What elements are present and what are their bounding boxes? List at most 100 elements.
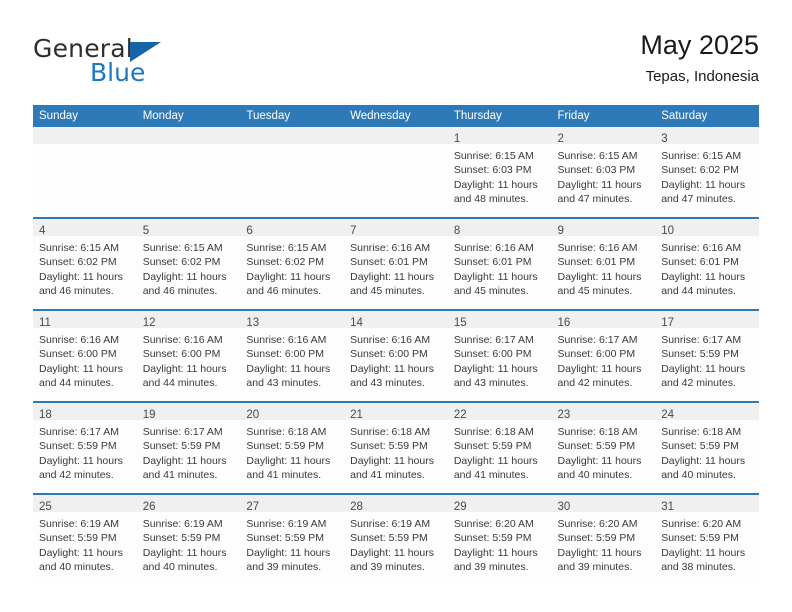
day-number: 14 [350,317,363,329]
daylight-text-line2: and 41 minutes. [142,468,218,481]
day-number: 18 [39,409,52,421]
day-cell-body: Sunrise: 6:20 AM Sunset: 5:59 PM Daylight:… [552,512,656,574]
sunrise-text: Sunrise: 6:19 AM [39,518,119,530]
daylight-text-line1: Daylight: 11 hours [246,454,331,467]
day-cell[interactable]: 28 Sunrise: 6:19 AM Sunset: 5:59 PM Dayligh… [344,493,448,585]
daylight-text-line1: Daylight: 11 hours [453,270,538,283]
daylight-text-line2: and 43 minutes. [246,376,322,389]
sunset-text: Sunset: 5:59 PM [661,440,739,453]
sunrise-text: Sunrise: 6:18 AM [557,426,638,438]
day-cell[interactable]: 7 Sunrise: 6:16 AM Sunset: 6:01 PM Daylight… [344,217,448,310]
day-cell[interactable]: 16 Sunrise: 6:17 AM Sunset: 6:00 PM Dayligh… [551,309,656,402]
daylight-text-line2: and 42 minutes. [39,468,114,481]
day-number: 15 [453,317,467,329]
day-cell[interactable]: 9 Sunrise: 6:16 AM Sunset: 6:01 PM Daylight… [551,217,656,310]
day-cell-body: Sunrise: 6:19 AM Sunset: 5:59 PM Daylight:… [137,512,241,574]
day-cell[interactable]: 13 Sunrise: 6:16 AM Sunset: 6:00 PM Dayligh… [240,309,345,402]
day-cell[interactable]: 6 Sunrise: 6:15 AM Sunset: 6:02 PM Daylight… [240,217,345,310]
sunset-text: Sunset: 5:59 PM [557,532,636,545]
daylight-text-line1: Daylight: 11 hours [453,178,538,191]
day-cell[interactable]: 31 Sunrise: 6:20 AM Sunset: 5:59 PM Dayligh… [655,493,759,585]
day-cell-empty [136,127,241,218]
daylight-text-line1: Daylight: 11 hours [142,270,227,283]
sunrise-text: Sunrise: 6:18 AM [661,426,742,438]
day-cell[interactable]: 21 Sunrise: 6:18 AM Sunset: 5:59 PM Dayligh… [344,401,448,494]
sunset-text: Sunset: 6:02 PM [246,256,325,269]
sunset-text: Sunset: 6:03 PM [557,164,636,177]
day-number: 6 [246,225,253,237]
day-number: 5 [142,225,150,237]
day-cell[interactable]: 17 Sunrise: 6:17 AM Sunset: 5:59 PM Dayligh… [655,309,759,402]
daylight-text-line2: and 40 minutes. [39,560,114,573]
day-number: 21 [350,409,363,421]
day-cell[interactable]: 14 Sunrise: 6:16 AM Sunset: 6:00 PM Dayligh… [344,309,448,402]
daylight-text-line1: Daylight: 11 hours [39,546,123,559]
day-cell[interactable]: 26 Sunrise: 6:19 AM Sunset: 5:59 PM Dayligh… [136,493,241,585]
day-cell-body: Sunrise: 6:16 AM Sunset: 6:01 PM Daylight:… [655,236,759,298]
day-cell[interactable]: 5 Sunrise: 6:15 AM Sunset: 6:02 PM Daylight… [136,217,241,310]
day-cell[interactable]: 12 Sunrise: 6:16 AM Sunset: 6:00 PM Dayligh… [136,309,241,402]
day-cell-body: Sunrise: 6:18 AM Sunset: 5:59 PM Daylight:… [344,420,448,482]
day-cell-body: Sunrise: 6:19 AM Sunset: 5:59 PM Daylight:… [240,512,344,574]
day-cell[interactable]: 1 Sunrise: 6:15 AM Sunset: 6:03 PM Daylight… [447,127,552,218]
day-cell[interactable]: 3 Sunrise: 6:15 AM Sunset: 6:02 PM Daylight… [655,127,759,218]
daylight-text-line2: and 46 minutes. [39,284,114,297]
sunrise-text: Sunrise: 6:16 AM [39,334,119,346]
day-number-band: 19 [136,403,241,421]
day-cell[interactable]: 15 Sunrise: 6:17 AM Sunset: 6:00 PM Dayligh… [447,309,552,402]
daylight-text-line2: and 41 minutes. [453,468,529,481]
day-cell[interactable]: 2 Sunrise: 6:15 AM Sunset: 6:03 PM Daylight… [551,127,656,218]
daylight-text-line1: Daylight: 11 hours [350,454,434,467]
day-cell[interactable]: 25 Sunrise: 6:19 AM Sunset: 5:59 PM Dayligh… [33,493,137,585]
day-cell[interactable]: 19 Sunrise: 6:17 AM Sunset: 5:59 PM Dayligh… [136,401,241,494]
daylight-text-line2: and 44 minutes. [39,376,114,389]
day-cell-body: Sunrise: 6:17 AM Sunset: 5:59 PM Daylight:… [33,420,137,482]
sunrise-text: Sunrise: 6:19 AM [142,518,223,530]
day-number-band: 5 [136,219,241,237]
day-number: 12 [142,317,156,329]
day-cell[interactable]: 22 Sunrise: 6:18 AM Sunset: 5:59 PM Dayligh… [447,401,552,494]
general-blue-logo[interactable]: General Blue [33,34,213,90]
day-number: 4 [39,225,46,237]
day-cell-body [240,144,344,149]
daylight-text-line1: Daylight: 11 hours [350,546,434,559]
day-cell[interactable]: 24 Sunrise: 6:18 AM Sunset: 5:59 PM Dayligh… [655,401,759,494]
day-number-band: 15 [447,311,552,329]
day-cell-body: Sunrise: 6:18 AM Sunset: 5:59 PM Daylight:… [552,420,656,482]
day-cell[interactable]: 20 Sunrise: 6:18 AM Sunset: 5:59 PM Dayligh… [240,401,345,494]
daylight-text-line2: and 46 minutes. [142,284,218,297]
day-cell[interactable]: 23 Sunrise: 6:18 AM Sunset: 5:59 PM Dayligh… [551,401,656,494]
day-cell-body: Sunrise: 6:16 AM Sunset: 6:00 PM Daylight:… [240,328,344,390]
day-cell-body: Sunrise: 6:18 AM Sunset: 5:59 PM Daylight:… [448,420,552,482]
day-number: 26 [142,501,156,513]
day-cell-body [137,144,241,149]
sunrise-text: Sunrise: 6:17 AM [453,334,534,346]
sunrise-text: Sunrise: 6:16 AM [350,334,431,346]
day-number-band: 21 [344,403,448,421]
day-cell[interactable]: 4 Sunrise: 6:15 AM Sunset: 6:02 PM Daylight… [33,217,137,310]
day-number-band: 30 [551,495,656,513]
calendar-head: Sunday Monday Tuesday Wednesday Thursday Frid… [33,105,759,127]
day-cell[interactable]: 30 Sunrise: 6:20 AM Sunset: 5:59 PM Dayligh… [551,493,656,585]
day-cell[interactable]: 18 Sunrise: 6:17 AM Sunset: 5:59 PM Dayligh… [33,401,137,494]
sunrise-text: Sunrise: 6:18 AM [350,426,431,438]
daylight-text-line2: and 42 minutes. [661,376,736,389]
logo-text-blue: Blue [90,58,146,87]
day-cell[interactable]: 11 Sunrise: 6:16 AM Sunset: 6:00 PM Dayligh… [33,309,137,402]
day-number-band: 11 [33,311,137,329]
daylight-text-line2: and 39 minutes. [453,560,529,573]
day-cell-body: Sunrise: 6:16 AM Sunset: 6:01 PM Daylight:… [552,236,656,298]
day-cell[interactable]: 27 Sunrise: 6:19 AM Sunset: 5:59 PM Dayligh… [240,493,345,585]
day-cell[interactable]: 29 Sunrise: 6:20 AM Sunset: 5:59 PM Dayligh… [447,493,552,585]
sunrise-text: Sunrise: 6:20 AM [557,518,638,530]
sunset-text: Sunset: 6:00 PM [350,348,428,361]
daylight-text-line2: and 40 minutes. [661,468,736,481]
day-number-band: 9 [551,219,656,237]
sunset-text: Sunset: 5:59 PM [142,440,221,453]
day-cell[interactable]: 10 Sunrise: 6:16 AM Sunset: 6:01 PM Dayligh… [655,217,759,310]
sunrise-text: Sunrise: 6:15 AM [557,150,638,162]
day-number-band: 13 [240,311,345,329]
daylight-text-line1: Daylight: 11 hours [39,454,123,467]
day-number: 25 [39,501,52,513]
day-cell[interactable]: 8 Sunrise: 6:16 AM Sunset: 6:01 PM Daylight… [447,217,552,310]
